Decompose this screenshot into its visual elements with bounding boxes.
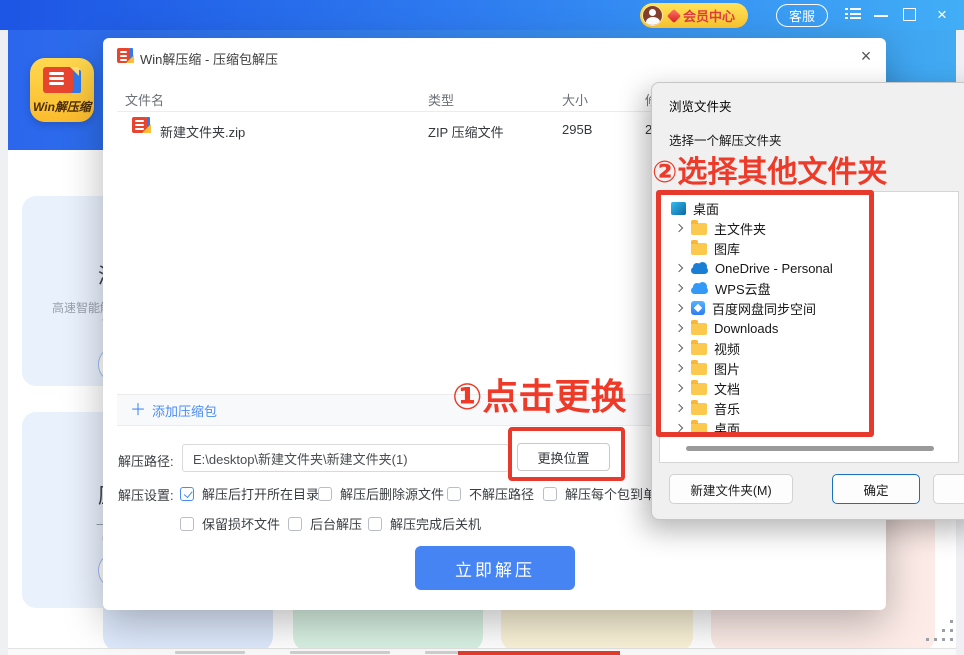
- option-delete-source[interactable]: 解压后删除源文件: [318, 484, 444, 503]
- extract-path-input[interactable]: E:\desktop\新建文件夹\新建文件夹(1): [182, 444, 509, 472]
- maximize-icon[interactable]: [903, 8, 916, 21]
- app-logo-label: Win解压缩: [30, 98, 94, 115]
- vip-gem-icon: [667, 8, 681, 22]
- checkbox-icon[interactable]: [318, 487, 332, 501]
- add-archive-link[interactable]: ＋ 添加压缩包: [130, 401, 217, 420]
- option-keep-broken[interactable]: 保留损坏文件: [180, 514, 280, 533]
- extract-settings-label: 解压设置:: [118, 485, 174, 504]
- background-window-sliver: [8, 648, 956, 655]
- annotation-step2-text: ②选择其他文件夹: [652, 147, 887, 191]
- archive-logo-icon: [43, 67, 81, 95]
- background-text-fragment: [425, 651, 460, 654]
- background-text-fragment: [290, 651, 390, 654]
- checkbox-icon[interactable]: [288, 517, 302, 531]
- app-logo: Win解压缩: [30, 58, 94, 122]
- column-header-type[interactable]: 类型: [428, 90, 454, 109]
- add-archive-label: 添加压缩包: [152, 401, 217, 420]
- ok-button[interactable]: 确定: [832, 474, 920, 504]
- file-type-cell: ZIP 压缩文件: [428, 122, 504, 141]
- annotation-step1-text: ①点击更换: [452, 368, 626, 420]
- screen: Win解压缩 添加 高速智能解 T 压缩 一键 6: [0, 0, 964, 655]
- column-header-filename[interactable]: 文件名: [125, 90, 164, 109]
- background-red-bar: [458, 651, 620, 655]
- extract-now-label: 立即解压: [455, 556, 535, 581]
- annotation-step1-box: [508, 427, 625, 481]
- extract-path-label: 解压路径:: [118, 451, 174, 470]
- browse-dialog-title: 浏览文件夹: [669, 96, 732, 115]
- horizontal-scrollbar[interactable]: [686, 446, 934, 451]
- checkbox-icon[interactable]: [180, 487, 194, 501]
- annotation-step2-box: [656, 190, 874, 437]
- option-no-path[interactable]: 不解压路径: [447, 484, 534, 503]
- close-icon[interactable]: ×: [932, 3, 952, 27]
- checkbox-icon[interactable]: [180, 517, 194, 531]
- archive-app-icon: [117, 48, 134, 63]
- cancel-button[interactable]: 取消: [933, 474, 964, 504]
- member-center-label: 会员中心: [683, 6, 735, 25]
- checkbox-icon[interactable]: [543, 487, 557, 501]
- zip-file-icon: [132, 117, 151, 133]
- resize-grip[interactable]: [924, 618, 956, 642]
- minimize-icon[interactable]: [874, 15, 888, 17]
- option-open-folder-after[interactable]: 解压后打开所在目录: [180, 484, 319, 503]
- titlebar: 会员中心 客服 ×: [0, 0, 964, 30]
- menu-list-icon[interactable]: [845, 8, 861, 22]
- option-shutdown-after[interactable]: 解压完成后关机: [368, 514, 481, 533]
- new-folder-button[interactable]: 新建文件夹(M): [669, 474, 793, 504]
- dialog-title: Win解压缩 - 压缩包解压: [140, 49, 278, 68]
- member-center-button[interactable]: 会员中心: [640, 3, 748, 28]
- checkbox-icon[interactable]: [368, 517, 382, 531]
- option-background-extract[interactable]: 后台解压: [288, 514, 362, 533]
- plus-icon: ＋: [130, 404, 146, 418]
- checkbox-icon[interactable]: [447, 487, 461, 501]
- file-name-cell[interactable]: 新建文件夹.zip: [160, 122, 245, 141]
- dialog-close-icon[interactable]: ×: [853, 44, 879, 68]
- extract-now-button[interactable]: 立即解压: [415, 546, 575, 590]
- background-text-fragment: [175, 651, 245, 654]
- customer-support-label: 客服: [789, 6, 815, 25]
- column-header-size[interactable]: 大小: [562, 90, 588, 109]
- user-avatar: [642, 5, 663, 26]
- customer-support-button[interactable]: 客服: [776, 4, 828, 27]
- extract-path-value: E:\desktop\新建文件夹\新建文件夹(1): [193, 449, 408, 468]
- file-size-cell: 295B: [562, 122, 592, 137]
